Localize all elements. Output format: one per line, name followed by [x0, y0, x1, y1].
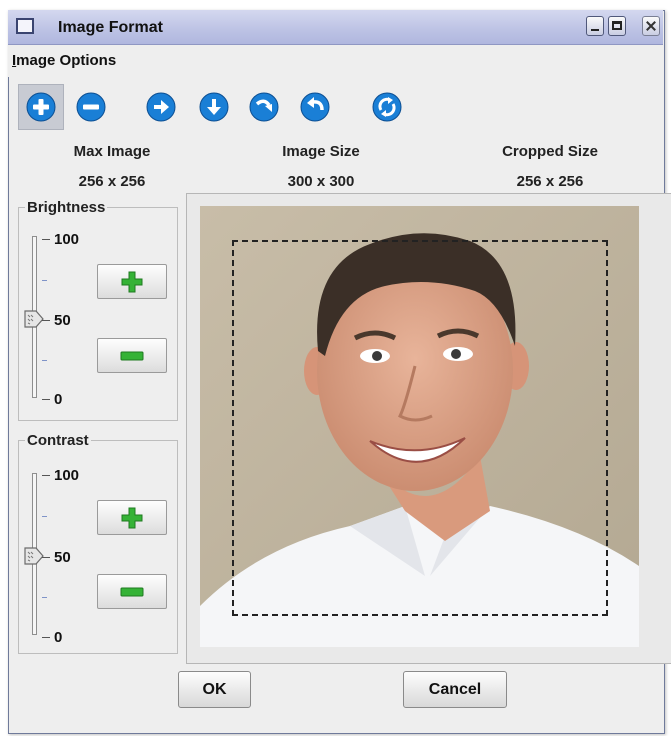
ok-button[interactable]: OK [178, 671, 251, 708]
cropped-size-value: 256 x 256 [516, 173, 584, 190]
menu-image-options[interactable]: Image Options [12, 52, 116, 69]
title-bar[interactable]: Image Format [8, 10, 663, 45]
reset-rotate-icon [372, 92, 402, 122]
minimize-button[interactable] [586, 16, 604, 36]
brightness-tick-minor [42, 280, 47, 281]
contrast-decrease-button[interactable] [97, 574, 167, 609]
brightness-decrease-button[interactable] [97, 338, 167, 373]
arrow-down-icon [199, 92, 229, 122]
contrast-tick-minor [42, 516, 47, 517]
max-image-value: 256 x 256 [78, 173, 146, 190]
rotate-clockwise-button[interactable] [241, 84, 287, 130]
contrast-increase-button[interactable] [97, 500, 167, 535]
plus-icon [121, 271, 143, 292]
brightness-slider-thumb[interactable] [24, 309, 44, 329]
zoom-in-button[interactable] [18, 84, 64, 130]
toolbar [8, 84, 663, 138]
contrast-label-min: 0 [54, 629, 63, 646]
zoom-out-button[interactable] [68, 84, 114, 130]
menu-label: mage Options [16, 52, 117, 69]
window-title: Image Format [58, 19, 163, 36]
zoom-out-icon [76, 92, 106, 122]
reset-rotate-button[interactable] [364, 84, 410, 130]
contrast-label-max: 100 [54, 467, 80, 484]
move-down-button[interactable] [191, 84, 237, 130]
brightness-tick-min [42, 399, 50, 400]
contrast-tick-mid [42, 557, 50, 558]
arrow-right-icon [146, 92, 176, 122]
plus-icon [121, 507, 143, 528]
close-button[interactable] [642, 16, 660, 36]
brightness-label-max: 100 [54, 231, 80, 248]
max-image-label: Max Image [73, 143, 151, 160]
minus-icon [120, 587, 144, 596]
brightness-label-mid: 50 [54, 312, 71, 329]
zoom-in-icon [26, 92, 56, 122]
rotate-counterclockwise-icon [300, 92, 330, 122]
image-size-label: Image Size [282, 143, 360, 160]
contrast-group: Contrast [18, 432, 178, 654]
contrast-label-mid: 50 [54, 549, 71, 566]
contrast-tick-minor [42, 597, 47, 598]
rotate-clockwise-icon [249, 92, 279, 122]
brightness-tick-minor [42, 360, 47, 361]
brightness-label-min: 0 [54, 391, 63, 408]
brightness-tick-max [42, 239, 50, 240]
rotate-counterclockwise-button[interactable] [292, 84, 338, 130]
move-right-button[interactable] [138, 84, 184, 130]
brightness-tick-mid [42, 320, 50, 321]
cancel-button[interactable]: Cancel [403, 671, 507, 708]
menu-bar: Image Options [8, 45, 663, 77]
window-icon [16, 18, 34, 34]
minus-icon [120, 351, 144, 360]
contrast-slider-thumb[interactable] [24, 546, 44, 566]
brightness-increase-button[interactable] [97, 264, 167, 299]
cropped-size-label: Cropped Size [502, 143, 598, 160]
contrast-legend: Contrast [27, 432, 89, 449]
crop-selection-rectangle[interactable] [232, 240, 608, 616]
contrast-tick-max [42, 475, 50, 476]
maximize-button[interactable] [608, 16, 626, 36]
contrast-tick-min [42, 637, 50, 638]
brightness-legend: Brightness [27, 199, 106, 216]
image-size-value: 300 x 300 [287, 173, 355, 190]
